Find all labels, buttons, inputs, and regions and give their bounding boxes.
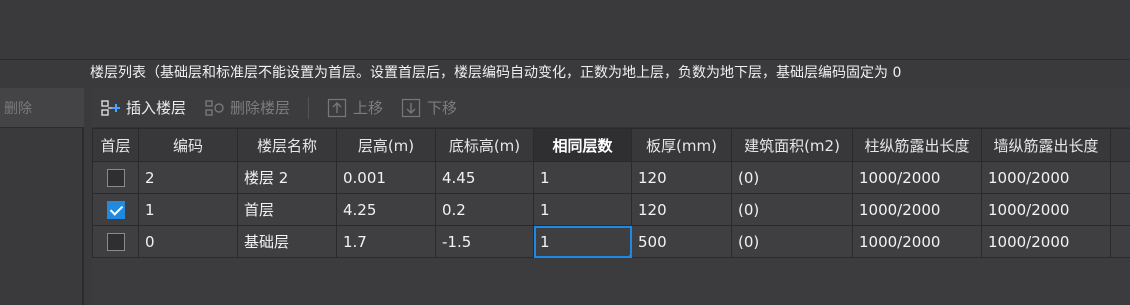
slab-thickness-cell[interactable]: 120 [631, 161, 732, 194]
floor-name-cell[interactable]: 基础层 [237, 225, 337, 258]
floor-name-cell[interactable]: 首层 [237, 193, 337, 226]
floor-height-cell[interactable]: 0.001 [336, 161, 436, 194]
floor-list-description: 楼层列表（基础层和标准层不能设置为首层。设置首层后，楼层编码自动变化，正数为地上… [90, 65, 902, 81]
insert-floor-button[interactable]: 插入楼层 [100, 94, 186, 122]
floor-name-cell[interactable]: 楼层 2 [237, 161, 337, 194]
header-filler [1110, 128, 1130, 162]
table-row: 1 首层 4.25 0.2 1 120 (0) 1000/2000 1000/2… [92, 193, 1130, 226]
same-floors-value: 1 [540, 232, 550, 251]
column-rebar-cell[interactable]: 1000/2000 [852, 161, 982, 194]
code-cell[interactable]: 2 [138, 161, 238, 194]
same-floors-cell[interactable]: 1 [533, 193, 632, 226]
floor-list-panel: 插入楼层 删除楼层 上移 下移 首层 编码 楼层名称 层高(m) 底标高(m) … [92, 88, 1130, 305]
table-row: 2 楼层 2 0.001 4.45 1 120 (0) 1000/2000 10… [92, 161, 1130, 194]
header-bottom-elevation[interactable]: 底标高(m) [435, 128, 534, 162]
filler-cell [1110, 161, 1130, 194]
first-floor-checkbox[interactable] [106, 168, 125, 187]
delete-floor-button[interactable]: 删除楼层 [204, 94, 290, 122]
arrow-down-icon [401, 98, 421, 117]
header-same-floors[interactable]: 相同层数 [533, 128, 632, 162]
bottom-elevation-cell[interactable]: 4.45 [435, 161, 534, 194]
selection-handle[interactable] [629, 255, 631, 257]
header-slab-thickness[interactable]: 板厚(mm) [631, 128, 732, 162]
move-down-label: 下移 [427, 99, 458, 117]
header-code[interactable]: 编码 [138, 128, 238, 162]
header-first-floor[interactable]: 首层 [92, 128, 139, 162]
toolbar-separator [308, 96, 310, 119]
column-rebar-cell[interactable]: 1000/2000 [852, 193, 982, 226]
header-column-rebar-length[interactable]: 柱纵筋露出长度 [852, 128, 982, 162]
table-header-row: 首层 编码 楼层名称 层高(m) 底标高(m) 相同层数 板厚(mm) 建筑面积… [92, 128, 1130, 162]
first-floor-cell[interactable] [92, 193, 139, 226]
header-floor-name[interactable]: 楼层名称 [237, 128, 337, 162]
floor-height-cell[interactable]: 4.25 [336, 193, 436, 226]
first-floor-checkbox[interactable] [106, 200, 125, 219]
building-area-cell[interactable]: (0) [731, 193, 853, 226]
delete-floor-label: 删除楼层 [230, 99, 291, 117]
code-cell[interactable]: 1 [138, 193, 238, 226]
insert-floor-label: 插入楼层 [126, 99, 187, 117]
left-delete-button[interactable]: 删除 [0, 88, 84, 128]
code-cell[interactable]: 0 [138, 225, 238, 258]
move-down-button[interactable]: 下移 [401, 94, 457, 122]
toolbar: 插入楼层 删除楼层 上移 下移 [92, 88, 1130, 128]
building-area-cell[interactable]: (0) [731, 225, 853, 258]
filler-cell [1110, 225, 1130, 258]
wall-rebar-cell[interactable]: 1000/2000 [981, 225, 1111, 258]
move-up-label: 上移 [353, 99, 384, 117]
first-floor-cell[interactable] [92, 225, 139, 258]
arrow-up-icon [327, 98, 347, 117]
move-up-button[interactable]: 上移 [327, 94, 383, 122]
floor-height-cell[interactable]: 1.7 [336, 225, 436, 258]
filler-cell [1110, 193, 1130, 226]
first-floor-cell[interactable] [92, 161, 139, 194]
header-wall-rebar-length[interactable]: 墙纵筋露出长度 [981, 128, 1111, 162]
same-floors-cell-selected[interactable]: 1 [533, 225, 632, 258]
top-bar [0, 0, 1130, 60]
delete-floor-icon [205, 99, 224, 116]
wall-rebar-cell[interactable]: 1000/2000 [981, 193, 1111, 226]
floor-table: 首层 编码 楼层名称 层高(m) 底标高(m) 相同层数 板厚(mm) 建筑面积… [92, 128, 1130, 258]
header-floor-height[interactable]: 层高(m) [336, 128, 436, 162]
wall-rebar-cell[interactable]: 1000/2000 [981, 161, 1111, 194]
building-area-cell[interactable]: (0) [731, 161, 853, 194]
column-rebar-cell[interactable]: 1000/2000 [852, 225, 982, 258]
bottom-elevation-cell[interactable]: 0.2 [435, 193, 534, 226]
insert-floor-icon [101, 99, 120, 116]
header-building-area[interactable]: 建筑面积(m2) [731, 128, 853, 162]
slab-thickness-cell[interactable]: 120 [631, 193, 732, 226]
table-row: 0 基础层 1.7 -1.5 1 500 (0) 1000/2000 1000/… [92, 225, 1130, 258]
first-floor-checkbox[interactable] [106, 232, 125, 251]
left-panel: 删除 [0, 88, 84, 305]
same-floors-cell[interactable]: 1 [533, 161, 632, 194]
slab-thickness-cell[interactable]: 500 [631, 225, 732, 258]
bottom-elevation-cell[interactable]: -1.5 [435, 225, 534, 258]
